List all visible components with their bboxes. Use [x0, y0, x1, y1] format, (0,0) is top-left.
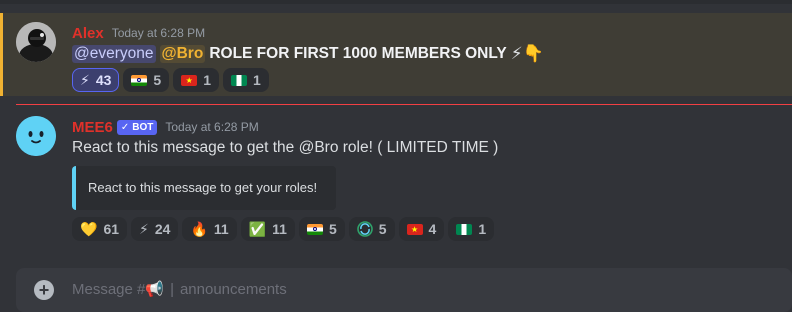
- embed-description: React to this message to get your roles!: [88, 180, 318, 195]
- embed-accent-bar: [72, 166, 76, 210]
- india-flag-icon: [131, 74, 148, 86]
- bot-badge: ✓ BOT: [116, 119, 158, 135]
- reaction-count: 1: [203, 72, 212, 88]
- new-messages-divider: [16, 104, 792, 105]
- author-name[interactable]: Alex: [72, 25, 104, 42]
- reaction-recycle-globe[interactable]: 5: [348, 217, 395, 241]
- verified-check-icon: ✓: [120, 121, 130, 133]
- reaction-count: 1: [478, 221, 487, 237]
- message-embed: React to this message to get your roles!: [72, 166, 336, 210]
- reaction-count: 61: [103, 221, 120, 237]
- fire-emoji: 🔥: [190, 220, 208, 237]
- vietnam-flag-icon: ★: [181, 74, 198, 86]
- role-mention[interactable]: @Bro: [159, 45, 206, 63]
- india-flag-icon: [306, 223, 323, 235]
- author-row: Alex Today at 6:28 PM: [72, 23, 205, 43]
- timestamp: Today at 6:28 PM: [165, 120, 259, 134]
- reaction-count: 5: [378, 221, 387, 237]
- reaction-fire[interactable]: 🔥 11: [182, 217, 237, 241]
- reactions-row: ⚡ 43 5 ★ 1 1: [72, 68, 269, 92]
- mention-highlight-bar: [0, 13, 3, 96]
- reaction-vietnam-flag[interactable]: ★ 4: [398, 217, 445, 241]
- reaction-count: 4: [428, 221, 437, 237]
- reactions-row: 💛 61 ⚡ 24 🔥 11 ✅ 11 5 5 ★ 4 1: [72, 217, 495, 241]
- message-input-placeholder[interactable]: Message # 📢 | announcements: [72, 280, 287, 299]
- lightning-emoji: ⚡: [139, 220, 149, 237]
- timestamp: Today at 6:28 PM: [111, 26, 206, 40]
- reaction-nigeria-flag[interactable]: 1: [448, 217, 495, 241]
- message-content: @everyone @Bro ROLE FOR FIRST 1000 MEMBE…: [72, 44, 544, 64]
- lightning-pointing-down-emoji: ⚡👇: [510, 44, 544, 63]
- nigeria-flag-icon: [456, 223, 473, 235]
- reaction-india-flag[interactable]: 5: [298, 217, 345, 241]
- check-mark-emoji: ✅: [248, 220, 267, 237]
- message-alex[interactable]: Alex Today at 6:28 PM @everyone @Bro ROL…: [0, 13, 792, 96]
- plus-icon[interactable]: +: [34, 280, 54, 300]
- dark-hooded-figure-avatar[interactable]: [16, 22, 56, 62]
- recycle-globe-icon: [356, 221, 373, 237]
- author-name[interactable]: MEE6: [72, 119, 113, 136]
- reaction-lightning[interactable]: ⚡ 24: [131, 217, 179, 241]
- reaction-count: 43: [95, 72, 112, 88]
- mee6-face-avatar[interactable]: [16, 116, 56, 156]
- message-text: React to this message to get the @Bro ro…: [72, 139, 499, 156]
- reaction-count: 11: [272, 221, 287, 237]
- yellow-heart-emoji: 💛: [80, 220, 98, 237]
- reaction-count: 5: [328, 221, 337, 237]
- megaphone-icon: 📢: [145, 281, 165, 298]
- reaction-count: 11: [213, 221, 229, 237]
- nigeria-flag-icon: [231, 74, 248, 86]
- reaction-check-mark[interactable]: ✅ 11: [240, 217, 295, 241]
- message-text: ROLE FOR FIRST 1000 MEMBERS ONLY: [209, 45, 507, 62]
- reaction-lightning[interactable]: ⚡ 43: [72, 68, 120, 92]
- message-composer[interactable]: + Message # 📢 | announcements: [16, 268, 792, 312]
- channel-name: announcements: [179, 280, 287, 298]
- reaction-count: 24: [154, 221, 171, 237]
- reaction-nigeria-flag[interactable]: 1: [223, 68, 269, 92]
- reaction-yellow-heart[interactable]: 💛 61: [72, 217, 128, 241]
- top-strip: [0, 0, 792, 4]
- reaction-india-flag[interactable]: 5: [123, 68, 170, 92]
- reaction-vietnam-flag[interactable]: ★ 1: [173, 68, 220, 92]
- lightning-emoji: ⚡: [80, 71, 90, 88]
- reaction-count: 1: [253, 72, 261, 88]
- author-row: MEE6 ✓ BOT Today at 6:28 PM: [72, 117, 259, 137]
- reaction-count: 5: [153, 72, 162, 88]
- vietnam-flag-icon: ★: [406, 223, 423, 235]
- everyone-mention[interactable]: @everyone: [72, 45, 156, 63]
